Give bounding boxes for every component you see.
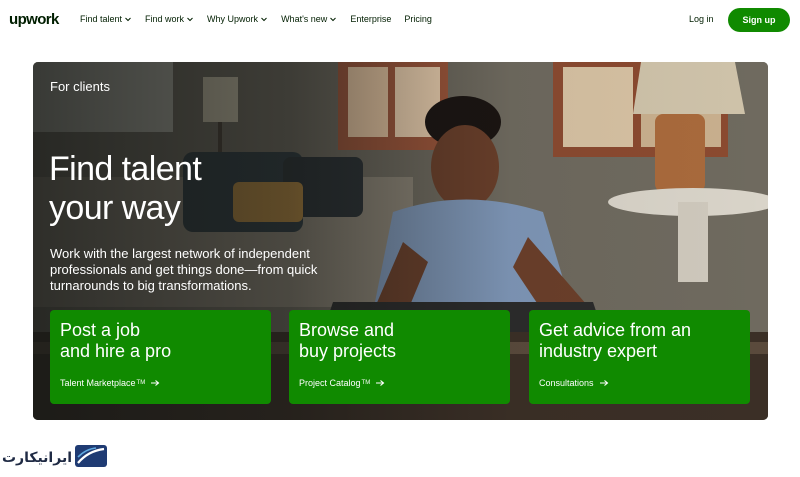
- card-post-a-job[interactable]: Post a job and hire a pro Talent Marketp…: [50, 310, 271, 404]
- hero-cards: Post a job and hire a pro Talent Marketp…: [50, 310, 751, 404]
- hero-banner: For clients Find talent your way Work wi…: [33, 62, 768, 420]
- card-title-line-2: and hire a pro: [60, 341, 172, 361]
- arrow-right-icon: [375, 379, 385, 387]
- card-browse-projects[interactable]: Browse and buy projects Project Catalog T…: [289, 310, 510, 404]
- consultations-link[interactable]: Consultations: [539, 378, 609, 388]
- nav-whats-new-label: What's new: [281, 14, 328, 24]
- watermark-logo: ایرانیکارت: [1, 443, 112, 471]
- signup-button[interactable]: Sign up: [728, 8, 790, 32]
- arrow-right-icon: [599, 379, 609, 387]
- nav-enterprise-label: Enterprise: [350, 14, 392, 24]
- top-nav-bar: upwork Find talent Find work Why Upwork …: [0, 0, 800, 40]
- card-link-label: Talent Marketplace: [60, 378, 136, 388]
- nav-find-talent[interactable]: Find talent: [80, 14, 132, 24]
- card-title-line-1: Get advice from an: [539, 320, 692, 340]
- card-title: Get advice from an industry expert: [539, 320, 739, 362]
- chevron-down-icon: [260, 15, 268, 23]
- upwork-logo[interactable]: upwork: [9, 11, 59, 28]
- hero-headline-line-1: Find talent: [49, 150, 202, 188]
- nav-pricing[interactable]: Pricing: [404, 14, 432, 24]
- card-title: Browse and buy projects: [299, 320, 499, 362]
- nav-why-upwork[interactable]: Why Upwork: [207, 14, 268, 24]
- arrow-right-icon: [150, 379, 160, 387]
- card-title-line-2: buy projects: [299, 341, 397, 361]
- chevron-down-icon: [124, 15, 132, 23]
- hero-headline-line-2: your way: [49, 189, 181, 227]
- card-title-line-1: Browse and: [299, 320, 395, 340]
- chevron-down-icon: [329, 15, 337, 23]
- hero-subtext: Work with the largest network of indepen…: [50, 246, 318, 293]
- hero-headline: Find talent your way: [49, 150, 349, 228]
- nav-find-talent-label: Find talent: [80, 14, 123, 24]
- nav-find-work-label: Find work: [145, 14, 185, 24]
- card-logo-icon: [74, 443, 108, 469]
- nav-enterprise[interactable]: Enterprise: [350, 14, 391, 24]
- watermark-text: ایرانیکارت: [1, 449, 72, 465]
- card-link-label: Project Catalog: [299, 378, 361, 388]
- signup-button-label: Sign up: [742, 15, 776, 25]
- login-link[interactable]: Log in: [689, 14, 714, 24]
- talent-marketplace-link[interactable]: Talent Marketplace TM: [60, 378, 160, 388]
- nav-find-work[interactable]: Find work: [145, 14, 194, 24]
- nav-pricing-label: Pricing: [404, 14, 432, 24]
- card-title: Post a job and hire a pro: [60, 320, 260, 362]
- project-catalog-link[interactable]: Project Catalog TM: [299, 378, 385, 388]
- card-link-label: Consultations: [539, 378, 594, 388]
- trademark-sup: TM: [361, 380, 371, 386]
- hero-eyebrow: For clients: [50, 79, 110, 94]
- chevron-down-icon: [186, 15, 194, 23]
- nav-whats-new[interactable]: What's new: [281, 14, 337, 24]
- card-title-line-2: industry expert: [539, 341, 658, 361]
- card-title-line-1: Post a job: [60, 320, 141, 340]
- card-get-advice[interactable]: Get advice from an industry expert Consu…: [529, 310, 750, 404]
- nav-why-upwork-label: Why Upwork: [207, 14, 259, 24]
- main-nav: Find talent Find work Why Upwork What's …: [80, 14, 445, 24]
- trademark-sup: TM: [136, 380, 146, 386]
